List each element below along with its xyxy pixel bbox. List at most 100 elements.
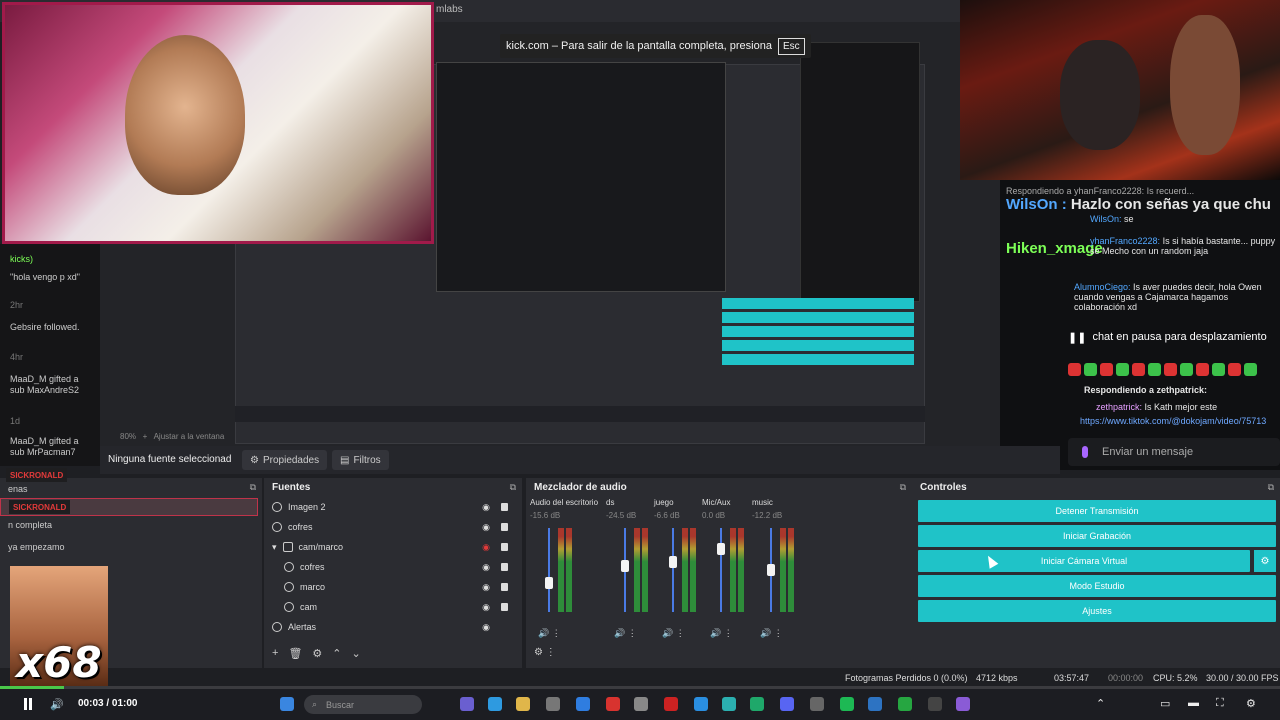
emote-bar[interactable] — [1068, 360, 1280, 380]
twitch-icon[interactable] — [956, 697, 970, 711]
fullscreen-icon[interactable]: ⛶ — [1216, 697, 1224, 710]
chat-panel: Respondiendo a yhanFranco2228: Is recuer… — [1000, 180, 1280, 470]
edge-icon[interactable] — [488, 697, 502, 711]
source-item[interactable]: cofres ◉ — [284, 558, 516, 576]
source-label: cofres — [288, 522, 313, 532]
properties-row: Ninguna fuente seleccionad ⚙ Propiedades… — [100, 446, 1060, 474]
windows-start-icon[interactable] — [280, 697, 294, 711]
taskbar: 🔊 00:03 / 01:00 ⌕ Buscar ⌃ ▭ ▬ ⛶ ⚙ — [0, 689, 1280, 720]
player-time: 00:03 / 01:00 — [78, 698, 138, 709]
app-icon[interactable] — [694, 697, 708, 711]
app-icon[interactable] — [576, 697, 590, 711]
filters-button[interactable]: ▤ Filtros — [332, 450, 389, 470]
opera-icon[interactable] — [606, 697, 620, 711]
volume-slider[interactable] — [720, 528, 722, 612]
mute-icon[interactable]: 🔊 ⋮ — [710, 628, 733, 639]
dock-undock-icon[interactable]: ⧉ — [900, 482, 906, 493]
scene-item[interactable]: enas — [0, 480, 258, 498]
volume-knob[interactable] — [767, 564, 775, 576]
dock-undock-icon[interactable]: ⧉ — [510, 482, 516, 493]
chat-link[interactable]: https://www.tiktok.com/@dokojam/video/75… — [1080, 416, 1266, 426]
app-icon[interactable] — [546, 697, 560, 711]
chat-username[interactable]: WilsOn: — [1090, 214, 1122, 224]
volume-icon[interactable]: 🔊 — [50, 698, 64, 711]
left-chat-item: "hola vengo p xd" — [10, 272, 80, 282]
folder-icon[interactable] — [516, 697, 530, 711]
source-item[interactable]: cofres ◉ — [272, 518, 516, 536]
mute-icon[interactable]: 🔊 ⋮ — [614, 628, 637, 639]
mute-icon[interactable]: 🔊 ⋮ — [760, 628, 783, 639]
add-source-icon[interactable]: + — [272, 647, 278, 660]
app-icon[interactable] — [634, 697, 648, 711]
app-icon[interactable] — [868, 697, 882, 711]
dock-undock-icon[interactable]: ⧉ — [1268, 482, 1274, 493]
studio-mode-button[interactable]: Modo Estudio — [918, 575, 1276, 597]
volume-knob[interactable] — [621, 559, 629, 572]
volume-knob[interactable] — [669, 555, 677, 568]
live-time: 03:57:47 — [1054, 673, 1090, 683]
spotify-icon[interactable] — [840, 697, 854, 711]
settings-icon[interactable]: ⚙ — [1246, 697, 1256, 710]
start-recording-button[interactable]: Iniciar Grabación — [918, 525, 1276, 547]
webcam-streamer — [2, 2, 434, 244]
scene-item[interactable]: n completa — [0, 516, 258, 534]
start-virtual-camera-button[interactable]: Iniciar Cámara Virtual — [918, 550, 1250, 572]
source-item[interactable]: Alertas ◉ — [272, 618, 516, 636]
source-item[interactable]: marco ◉ — [284, 578, 516, 596]
status-bar: Fotogramas Perdidos 0 (0.0%) 4712 kbps 0… — [262, 670, 1280, 686]
chat-line: yhanFranco2228: Is si había bastante... … — [1090, 236, 1276, 256]
level-meter — [634, 528, 640, 612]
chat-username[interactable]: zethpatrick: — [1096, 402, 1142, 412]
stop-stream-button[interactable]: Detener Transmisión — [918, 500, 1276, 522]
lock-icon — [501, 503, 508, 511]
left-chat-item: kicks) — [10, 254, 33, 264]
source-item[interactable]: Imagen 2 ◉ — [272, 498, 516, 516]
move-down-icon[interactable]: ⌄ — [352, 647, 361, 660]
virtual-camera-gear-icon[interactable]: ⚙ — [1254, 550, 1276, 572]
chat-paused-label: chat en pausa para desplazamiento — [1092, 331, 1267, 343]
pause-icon[interactable] — [22, 698, 34, 710]
source-item[interactable]: cam ◉ — [284, 598, 516, 616]
eye-icon: ◉ — [482, 601, 490, 612]
mute-icon[interactable]: 🔊 ⋮ — [538, 628, 561, 639]
captions-icon[interactable]: ▭ — [1160, 697, 1170, 710]
app-icon[interactable] — [460, 697, 474, 711]
volume-slider[interactable] — [548, 528, 550, 612]
settings-button[interactable]: Ajustes — [918, 600, 1276, 622]
source-settings-icon[interactable]: ⚙ — [312, 647, 322, 660]
webcam-guests — [960, 0, 1280, 180]
chat-username[interactable]: yhanFranco2228: — [1090, 236, 1160, 246]
source-group[interactable]: ▾ cam/marco ◉ — [272, 538, 516, 556]
chat-username[interactable]: Hiken_xmage — [1006, 240, 1103, 257]
chat-paused-bar[interactable]: ❚❚ chat en pausa para desplazamiento — [1068, 326, 1280, 348]
scene-item[interactable]: ya empezamo — [0, 538, 258, 556]
mixer-settings-icon[interactable]: ⚙ ⋮ — [534, 647, 556, 658]
move-up-icon[interactable]: ⌃ — [332, 647, 341, 660]
theater-icon[interactable]: ▬ — [1188, 697, 1199, 709]
settings-icon[interactable] — [810, 697, 824, 711]
app-icon[interactable] — [722, 697, 736, 711]
properties-button[interactable]: ⚙ Propiedades — [242, 450, 328, 470]
lock-icon — [501, 543, 508, 551]
mute-icon[interactable]: 🔊 ⋮ — [662, 628, 685, 639]
app-icon[interactable] — [898, 697, 912, 711]
rec-time: 00:00:00 — [1108, 673, 1144, 683]
scene-item-selected[interactable]: SICKRONALD — [0, 498, 258, 516]
browser-icon — [272, 522, 282, 532]
chevron-down-icon: ▾ — [272, 541, 277, 552]
screen: mlabs 80% + Ajustar a la ventana kick.co… — [0, 0, 1280, 720]
tray-chevron-icon[interactable]: ⌃ — [1096, 697, 1105, 710]
taskbar-search[interactable]: ⌕ Buscar — [304, 695, 422, 714]
app-icon[interactable] — [750, 697, 764, 711]
discord-icon[interactable] — [780, 697, 794, 711]
obs-icon[interactable] — [928, 697, 942, 711]
chat-username[interactable]: AlumnoCiego: — [1074, 282, 1131, 292]
volume-knob[interactable] — [545, 576, 553, 589]
chat-message-input[interactable]: Enviar un mensaje — [1068, 438, 1280, 466]
volume-knob[interactable] — [717, 543, 725, 555]
app-icon[interactable] — [664, 697, 678, 711]
window-title: mlabs — [436, 4, 463, 15]
volume-slider[interactable] — [672, 528, 674, 612]
remove-source-icon[interactable]: 🗑 — [288, 647, 302, 660]
chat-username[interactable]: WilsOn : — [1006, 196, 1067, 213]
